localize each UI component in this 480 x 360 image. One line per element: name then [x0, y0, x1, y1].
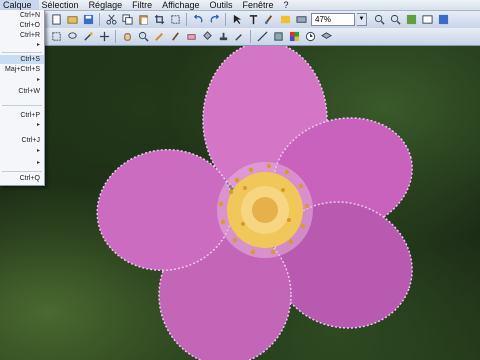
cut-icon[interactable] [105, 14, 117, 26]
rectangle-select-icon[interactable] [50, 31, 62, 43]
save-icon[interactable] [82, 14, 94, 26]
menu-help[interactable]: ? [281, 0, 296, 10]
gradient-icon[interactable] [279, 14, 291, 26]
tools-toolbar [0, 28, 480, 46]
flower-photo [96, 45, 413, 360]
paste-icon[interactable] [137, 14, 149, 26]
shape-icon[interactable] [272, 31, 284, 43]
submenu-arrow-icon: ▸ [36, 42, 40, 48]
menu-shortcut-save-as[interactable]: Maj+Ctrl+S [0, 65, 44, 74]
magic-wand-icon[interactable] [82, 31, 94, 43]
zoom-icon[interactable] [137, 31, 149, 43]
submenu-row[interactable]: ▸ [0, 41, 44, 50]
undo-icon[interactable] [192, 14, 204, 26]
menu-shortcut-new[interactable]: Ctrl+N [0, 11, 44, 20]
toolbar-separator [115, 30, 116, 43]
hand-icon[interactable] [121, 31, 133, 43]
menu-shortcut-revert[interactable]: Ctrl+R [0, 31, 44, 40]
menu-reglage[interactable]: Réglage [86, 0, 130, 10]
toolbar-separator [250, 30, 251, 43]
menu-separator [2, 171, 42, 172]
select-icon[interactable] [231, 14, 243, 26]
menu-shortcut-close[interactable]: Ctrl+W [0, 87, 44, 96]
menu-fenetre[interactable]: Fenêtre [239, 0, 280, 10]
paintbrush-icon[interactable] [169, 31, 181, 43]
actual-size-icon[interactable] [405, 14, 417, 26]
menu-separator [2, 105, 42, 106]
layer-icon[interactable] [295, 14, 307, 26]
move-icon[interactable] [98, 31, 110, 43]
menu-outils[interactable]: Outils [206, 0, 239, 10]
submenu-row[interactable]: ▸ [0, 121, 44, 130]
copy-icon[interactable] [121, 14, 133, 26]
calque-menu-dropdown: Ctrl+N Ctrl+O Ctrl+R ▸ Ctrl+S Maj+Ctrl+S… [0, 10, 45, 186]
bucket-icon[interactable] [201, 31, 213, 43]
submenu-arrow-icon: ▸ [36, 160, 40, 166]
crop-icon[interactable] [153, 14, 165, 26]
submenu-arrow-icon: ▸ [36, 122, 40, 128]
eraser-icon[interactable] [185, 31, 197, 43]
toolbar-separator [225, 13, 226, 26]
menu-affichage[interactable]: Affichage [159, 0, 206, 10]
submenu-arrow-icon: ▸ [36, 148, 40, 154]
text-icon[interactable] [247, 14, 259, 26]
line-icon[interactable] [256, 31, 268, 43]
fullscreen-icon[interactable] [437, 14, 449, 26]
open-icon[interactable] [66, 14, 78, 26]
zoom-out-icon[interactable] [389, 14, 401, 26]
zoom-input[interactable]: 47% [311, 13, 355, 26]
toolbar-separator [186, 13, 187, 26]
brush-icon[interactable] [263, 14, 275, 26]
fit-icon[interactable] [421, 14, 433, 26]
main-toolbar: 47% ▼ [0, 11, 480, 29]
menu-bar: Calque Sélection Réglage Filtre Affichag… [0, 0, 480, 11]
submenu-arrow-icon: ▸ [36, 77, 40, 83]
pencil-icon[interactable] [153, 31, 165, 43]
menu-selection[interactable]: Sélection [39, 0, 86, 10]
menu-shortcut-j[interactable]: Ctrl+J [0, 136, 44, 145]
menu-shortcut-quit[interactable]: Ctrl+Q [0, 174, 44, 183]
submenu-row[interactable]: ▸ [0, 147, 44, 156]
history-icon[interactable] [304, 31, 316, 43]
menu-shortcut-print[interactable]: Ctrl+P [0, 111, 44, 120]
color-picker-icon[interactable] [233, 31, 245, 43]
toolbar-separator [99, 13, 100, 26]
submenu-row[interactable]: ▸ [0, 159, 44, 168]
menu-shortcut-open[interactable]: Ctrl+O [0, 21, 44, 30]
new-icon[interactable] [50, 14, 62, 26]
menu-calque[interactable]: Calque [0, 0, 39, 10]
chevron-down-icon[interactable]: ▼ [357, 13, 367, 26]
redo-icon[interactable] [208, 14, 220, 26]
deselect-icon[interactable] [169, 14, 181, 26]
stamp-icon[interactable] [217, 31, 229, 43]
menu-shortcut-save[interactable]: Ctrl+S [0, 55, 44, 64]
lasso-icon[interactable] [66, 31, 78, 43]
layers-icon[interactable] [320, 31, 332, 43]
menu-filtre[interactable]: Filtre [129, 0, 159, 10]
zoom-in-icon[interactable] [373, 14, 385, 26]
submenu-row[interactable]: ▸ [0, 76, 44, 85]
menu-separator [2, 52, 42, 53]
palette-icon[interactable] [288, 31, 300, 43]
